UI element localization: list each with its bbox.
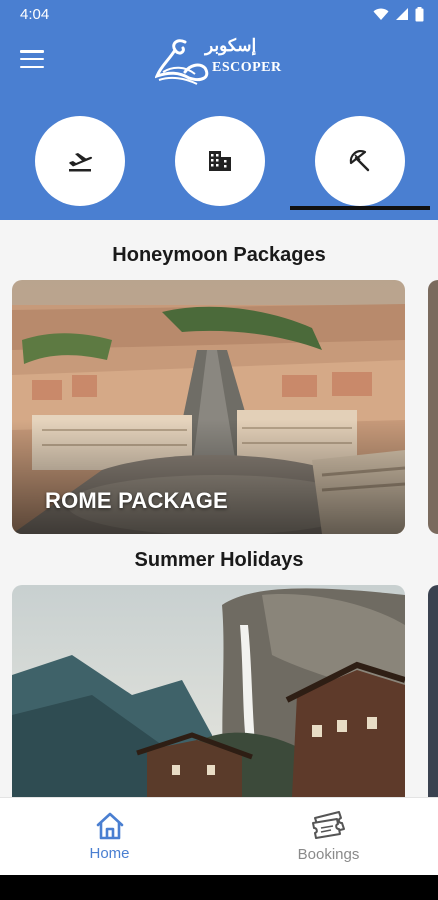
signal-icon [396,8,408,20]
wifi-icon [373,8,389,20]
status-time: 4:04 [20,5,50,23]
section-title-honeymoon: Honeymoon Packages [112,244,326,266]
waterfall-valley-image [12,585,405,797]
logo-arabic-text: إسكوبر [205,36,257,56]
flight-departure-icon [69,153,93,172]
logo-text: ESCOPER [212,60,282,75]
status-icons [373,6,424,22]
next-card-peek[interactable] [428,280,438,534]
rome-package-card[interactable]: ROME PACKAGE [12,280,405,534]
home-icon [96,812,123,840]
category-flights-button[interactable] [35,116,125,206]
ticket-icon [311,811,345,839]
category-selected-indicator [290,206,430,210]
hamburger-menu-icon[interactable] [20,50,44,68]
nav-home-label: Home [89,845,130,862]
system-gesture-bar [0,875,438,900]
status-bar: 4:04 [0,0,438,28]
nav-home[interactable]: Home [0,798,219,875]
hotel-building-icon [209,151,231,171]
card-title-rome: ROME PACKAGE [45,488,228,513]
section-title-summer: Summer Holidays [134,549,304,571]
app-header: إسكوبر ESCOPER [0,28,438,220]
next-card-peek-2[interactable] [428,585,438,797]
summer-holiday-card[interactable] [12,585,405,797]
nav-bookings-label: Bookings [297,846,360,863]
category-beach-button[interactable] [315,116,405,206]
nav-bookings[interactable]: Bookings [219,798,438,875]
beach-umbrella-icon [349,149,370,172]
battery-icon [415,6,424,21]
category-hotels-button[interactable] [175,116,265,206]
bottom-navigation: Home Bookings [0,797,438,875]
